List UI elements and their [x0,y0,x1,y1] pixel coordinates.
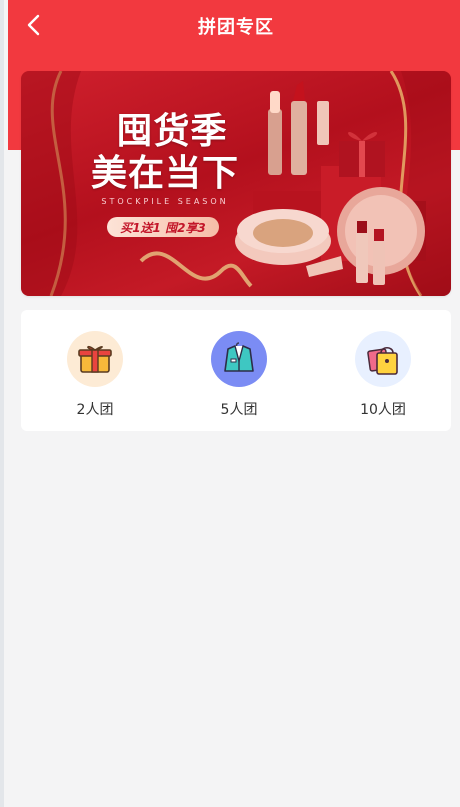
suit-jacket-icon [211,331,267,387]
category-10-person[interactable]: 10人团 [343,310,423,431]
category-label: 2人团 [76,402,114,418]
category-label: 5人团 [220,402,258,418]
chevron-left-icon [27,14,40,36]
category-2-person[interactable]: 2人团 [55,310,135,431]
banner-line-2: 美在当下 [91,153,240,194]
banner-subtitle: STOCKPILE SEASON [101,197,229,206]
banner-headline: 囤货季 美在当下 STOCKPILE SEASON [91,111,239,206]
page-title: 拼团专区 [198,17,274,38]
promo-banner[interactable]: 囤货季 美在当下 STOCKPILE SEASON 买1送1 囤2享3 [21,71,451,296]
category-label: 10人团 [360,402,406,418]
category-5-person[interactable]: 5人团 [199,310,279,431]
gift-box-icon [67,331,123,387]
group-category-panel: 2人团 5人团 10人团 [21,310,451,431]
shopping-bag-icon [355,331,411,387]
banner-line-1: 囤货季 [116,111,228,152]
nav-bar: 拼团专区 [8,0,460,52]
banner-promo-pill: 买1送1 囤2享3 [107,217,219,237]
page: 拼团专区 囤货季 美在当下 STOCKPILE SEASON 买1送1 囤2享3… [0,0,460,807]
back-button[interactable] [20,10,48,40]
